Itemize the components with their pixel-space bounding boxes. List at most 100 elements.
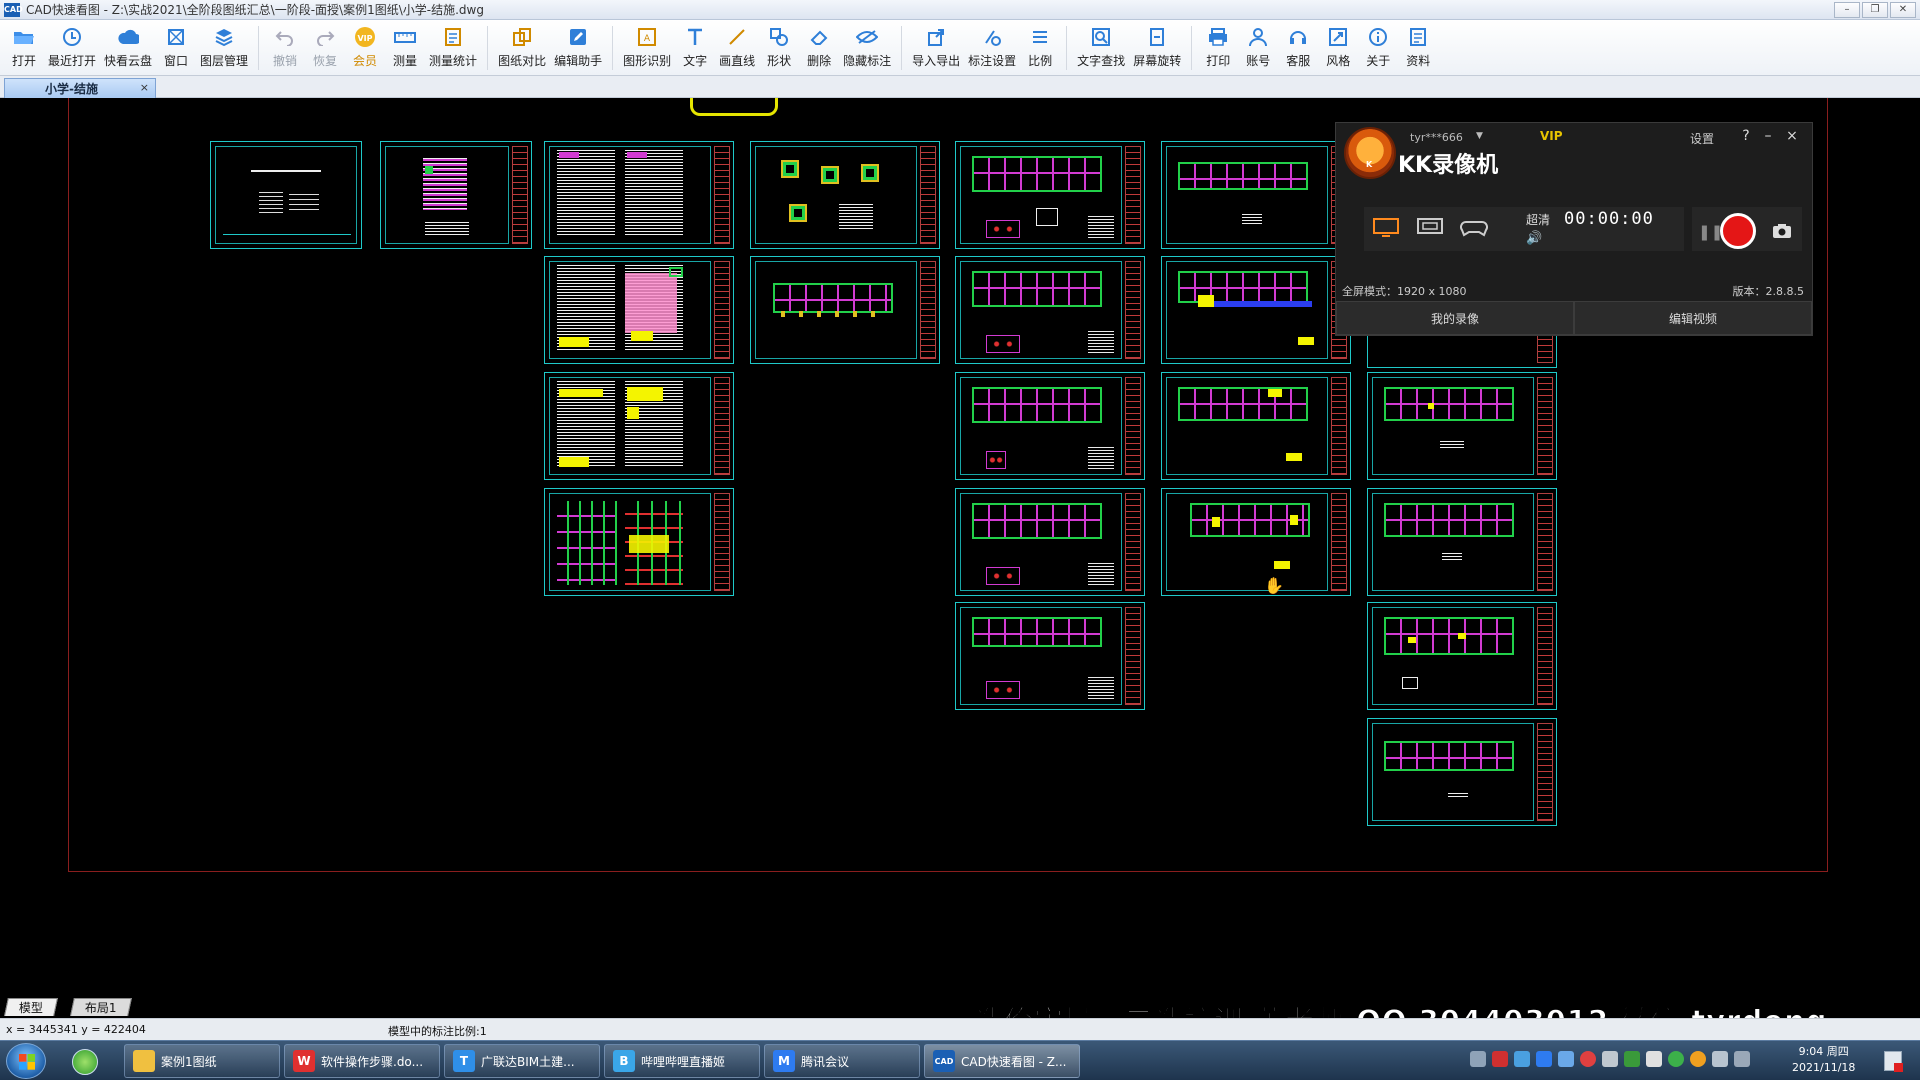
edit-assistant-button[interactable]: 编辑助手 <box>550 20 606 76</box>
recorder-user[interactable]: tyr***666 <box>1410 131 1463 144</box>
drawing-sheet[interactable] <box>1161 372 1351 480</box>
record-button[interactable] <box>1720 213 1756 249</box>
drawing-sheet[interactable] <box>1161 256 1351 364</box>
camera-icon[interactable] <box>1772 223 1792 242</box>
taskbar-clock[interactable]: 9:04 周四 2021/11/18 <box>1792 1044 1855 1076</box>
drawing-sheet[interactable] <box>750 141 940 249</box>
drawing-sheet[interactable] <box>955 141 1145 249</box>
drawing-canvas[interactable]: ✋ tyr***666 ▼ VIP KK录像机 设置 ? – × 超清 00:0… <box>0 98 1920 996</box>
drawing-sheet[interactable] <box>1367 718 1557 826</box>
drawing-sheet[interactable] <box>210 141 362 249</box>
style-button[interactable]: 风格 <box>1318 20 1358 76</box>
drawing-sheet[interactable] <box>1367 488 1557 596</box>
import-export-button[interactable]: 导入导出 <box>908 20 964 76</box>
edit-video-button[interactable]: 编辑视频 <box>1574 301 1812 335</box>
shield-icon[interactable] <box>1558 1051 1574 1067</box>
tab-model[interactable]: 模型 <box>4 998 58 1016</box>
tab-layout1[interactable]: 布局1 <box>70 998 132 1016</box>
drawing-sheet[interactable] <box>955 372 1145 480</box>
shape-recognize-button[interactable]: A 图形识别 <box>619 20 675 76</box>
alert-icon[interactable] <box>1580 1051 1596 1067</box>
recorder-tray-icon[interactable] <box>1690 1051 1706 1067</box>
security-icon[interactable] <box>1668 1051 1684 1067</box>
drawing-sheet[interactable] <box>955 256 1145 364</box>
delete-button[interactable]: 删除 <box>799 20 839 76</box>
taskbar-item-cad-viewer[interactable]: CAD CAD快速看图 - Z... <box>924 1044 1080 1078</box>
notification-icon[interactable] <box>1884 1051 1903 1072</box>
kk-recorder-window[interactable]: tyr***666 ▼ VIP KK录像机 设置 ? – × 超清 00:00:… <box>1335 122 1813 336</box>
volume-tray-icon[interactable] <box>1712 1051 1728 1067</box>
restore-button[interactable]: ❐ <box>1862 2 1888 18</box>
display-icon[interactable] <box>1734 1051 1750 1067</box>
account-button[interactable]: 账号 <box>1238 20 1278 76</box>
taskbar-item-glodon[interactable]: T 广联达BIM土建... <box>444 1044 600 1078</box>
text-button[interactable]: 文字 <box>675 20 715 76</box>
svg-text:VIP: VIP <box>358 34 373 43</box>
window-mode-button[interactable] <box>1416 217 1444 239</box>
about-button[interactable]: 关于 <box>1358 20 1398 76</box>
recorder-minimize-button[interactable]: – <box>1760 128 1776 144</box>
drawing-sheet[interactable] <box>1161 488 1351 596</box>
print-button[interactable]: 打印 <box>1198 20 1238 76</box>
fullscreen-mode-button[interactable] <box>1372 217 1400 239</box>
windows-taskbar: 案例1图纸 W 软件操作步骤.do... T 广联达BIM土建... B 哔哩哔… <box>0 1040 1920 1080</box>
redo-button[interactable]: 恢复 <box>305 20 345 76</box>
antivirus-icon[interactable] <box>1492 1051 1508 1067</box>
meeting-tray-icon[interactable] <box>1536 1051 1552 1067</box>
document-tray-icon[interactable] <box>1646 1051 1662 1067</box>
game-mode-button[interactable] <box>1460 217 1488 239</box>
rotate-screen-button[interactable]: 屏幕旋转 <box>1129 20 1185 76</box>
gpu-icon[interactable] <box>1624 1051 1640 1067</box>
drawing-sheet[interactable] <box>955 488 1145 596</box>
drawing-sheet[interactable] <box>955 602 1145 710</box>
drawing-sheet[interactable] <box>544 488 734 596</box>
drawing-sheet[interactable] <box>1367 372 1557 480</box>
taskbar-item-folder[interactable]: 案例1图纸 <box>124 1044 280 1078</box>
hide-annotation-button[interactable]: 隐藏标注 <box>839 20 895 76</box>
layer-manager-button[interactable]: 图层管理 <box>196 20 252 76</box>
drawing-sheet[interactable] <box>1367 602 1557 710</box>
close-button[interactable]: ✕ <box>1890 2 1916 18</box>
drawing-sheet[interactable] <box>544 141 734 249</box>
text-search-button[interactable]: 文字查找 <box>1073 20 1129 76</box>
recorder-settings-button[interactable]: 设置 <box>1690 130 1714 147</box>
recorder-help-button[interactable]: ? <box>1738 128 1754 144</box>
taskbar-item-tencent-meeting[interactable]: M 腾讯会议 <box>764 1044 920 1078</box>
volume-icon[interactable]: 🔊 <box>1526 231 1542 246</box>
my-recordings-button[interactable]: 我的录像 <box>1336 301 1574 335</box>
taskbar-item-bilibili[interactable]: B 哔哩哔哩直播姬 <box>604 1044 760 1078</box>
recent-open-button[interactable]: 最近打开 <box>44 20 100 76</box>
recorder-vip-badge[interactable]: VIP <box>1540 129 1563 143</box>
measure-stats-button[interactable]: 测量统计 <box>425 20 481 76</box>
compare-button[interactable]: 图纸对比 <box>494 20 550 76</box>
window-button[interactable]: 窗口 <box>156 20 196 76</box>
annotation-settings-button[interactable]: 标注设置 <box>964 20 1020 76</box>
keyboard-icon[interactable] <box>1470 1051 1486 1067</box>
measure-button[interactable]: 测量 <box>385 20 425 76</box>
scale-button[interactable]: 比例 <box>1020 20 1060 76</box>
cloud-drive-button[interactable]: 快看云盘 <box>100 20 156 76</box>
speaker-icon[interactable] <box>1602 1051 1618 1067</box>
drawing-sheet[interactable] <box>544 256 734 364</box>
draw-line-button[interactable]: 画直线 <box>715 20 759 76</box>
close-tab-icon[interactable]: × <box>140 81 149 94</box>
undo-button[interactable]: 撤销 <box>265 20 305 76</box>
customer-service-button[interactable]: 客服 <box>1278 20 1318 76</box>
drawing-sheet[interactable] <box>380 141 532 249</box>
minimize-button[interactable]: – <box>1834 2 1860 18</box>
network-share-icon[interactable] <box>1514 1051 1530 1067</box>
document-tab[interactable]: 小学-结施 × <box>4 78 156 98</box>
drawing-sheet[interactable] <box>544 372 734 480</box>
vip-button[interactable]: VIP 会员 <box>345 20 385 76</box>
user-dropdown-icon[interactable]: ▼ <box>1476 131 1483 141</box>
taskbar-item-wps[interactable]: W 软件操作步骤.do... <box>284 1044 440 1078</box>
documents-button[interactable]: 资料 <box>1398 20 1438 76</box>
open-button[interactable]: 打开 <box>4 20 44 76</box>
drawing-sheet[interactable] <box>750 256 940 364</box>
drawing-sheet[interactable] <box>1161 141 1351 249</box>
browser-icon[interactable] <box>72 1049 98 1075</box>
start-button[interactable] <box>6 1043 46 1079</box>
recorder-close-button[interactable]: × <box>1784 128 1800 144</box>
quality-label[interactable]: 超清 <box>1526 211 1550 228</box>
shape-button[interactable]: 形状 <box>759 20 799 76</box>
